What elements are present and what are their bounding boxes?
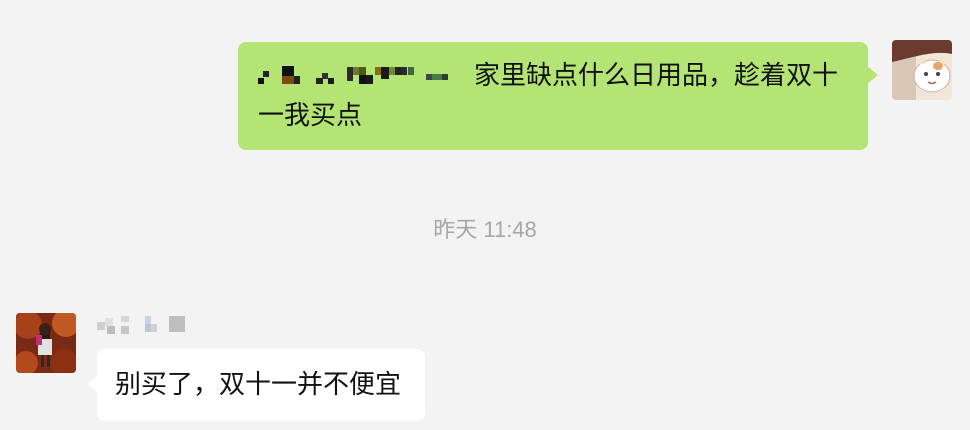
obscured-name-mosaic xyxy=(258,65,448,84)
self-avatar[interactable] xyxy=(892,40,952,100)
outgoing-message-bubble[interactable]: 家里缺点什么日用品，趁着双十一我买点 xyxy=(238,42,878,150)
timestamp-day: 昨天 xyxy=(433,218,478,243)
girl-autumn-avatar-icon xyxy=(16,313,76,373)
contact-avatar[interactable] xyxy=(16,313,76,373)
incoming-message-text: 别买了，双十一并不便宜 xyxy=(115,370,402,400)
obscured-sender-name xyxy=(97,316,185,334)
cat-avatar-icon xyxy=(892,40,952,100)
timestamp-time: 11:48 xyxy=(483,217,537,242)
incoming-message-bubble[interactable]: 别买了，双十一并不便宜 xyxy=(87,349,425,421)
message-timestamp: 昨天 11:48 xyxy=(0,212,970,244)
